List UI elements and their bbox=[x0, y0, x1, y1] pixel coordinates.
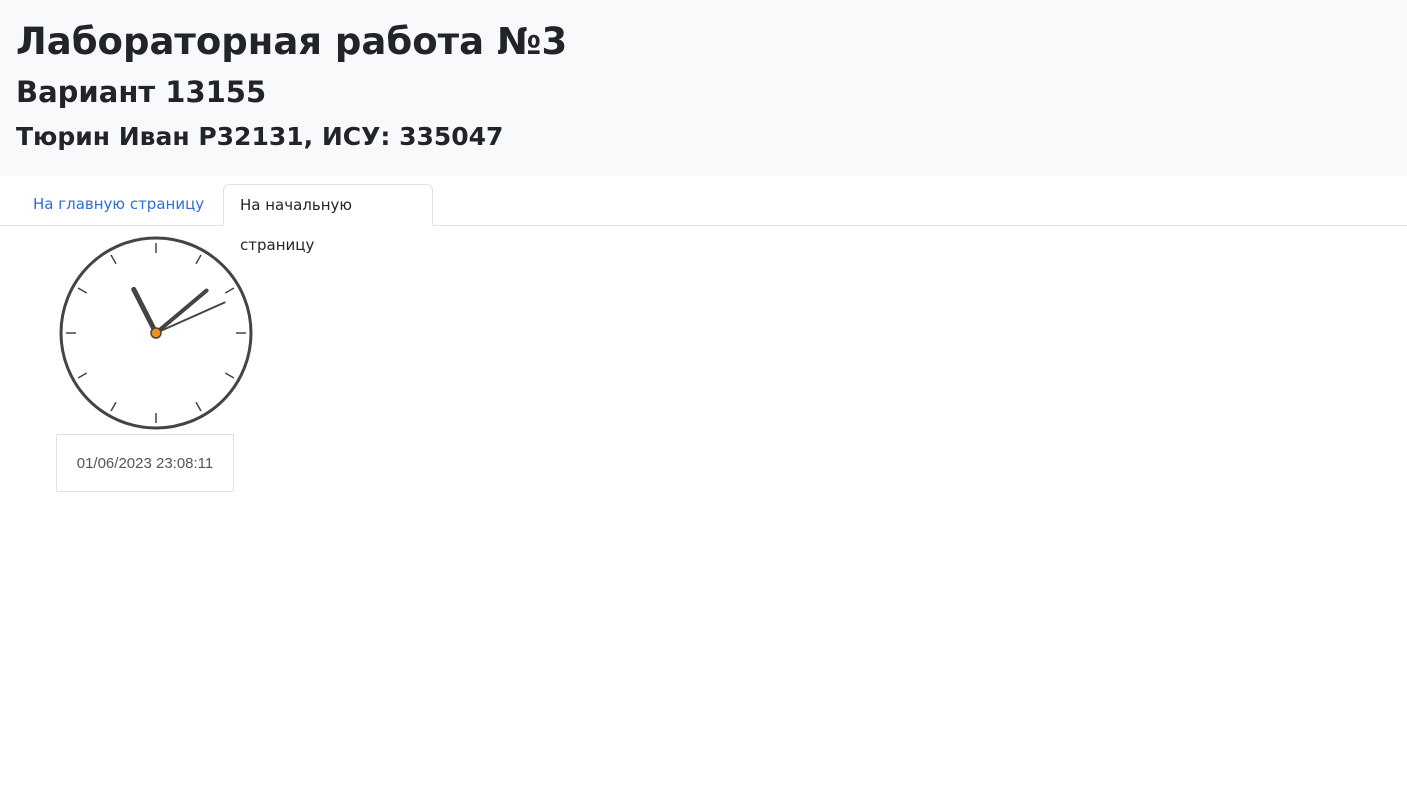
page-title: Лабораторная работа №3 bbox=[16, 20, 568, 63]
page-header: Лабораторная работа №3 Вариант 13155 Тюр… bbox=[0, 0, 1407, 176]
analog-clock bbox=[58, 235, 254, 435]
tab-start-page[interactable]: На начальную страницу bbox=[223, 184, 433, 254]
author-heading: Тюрин Иван Р32131, ИСУ: 335047 bbox=[16, 122, 504, 151]
datetime-text: 01/06/2023 23:08:11 bbox=[76, 454, 214, 472]
tab-main-page[interactable]: На главную страницу bbox=[17, 184, 220, 226]
nav-tabs: На главную страницу На начальную страниц… bbox=[0, 176, 1407, 254]
clock-face bbox=[59, 236, 253, 430]
variant-heading: Вариант 13155 bbox=[16, 75, 267, 109]
datetime-display: 01/06/2023 23:08:11 bbox=[56, 434, 234, 492]
clock-center-dot bbox=[150, 327, 162, 339]
